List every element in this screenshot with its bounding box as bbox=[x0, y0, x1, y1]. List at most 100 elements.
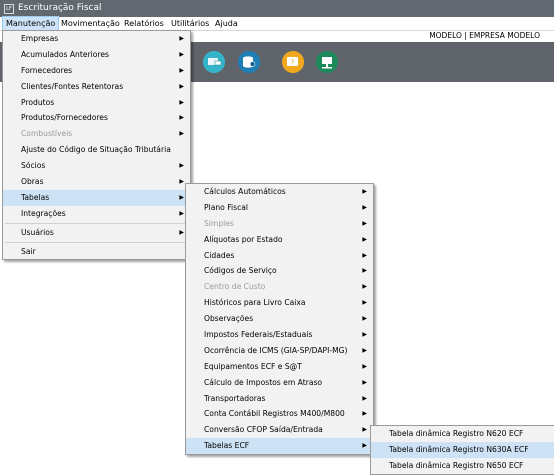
title-bar: LF Escrituração Fiscal bbox=[0, 0, 554, 17]
menu-item-usuarios[interactable]: Usuários ▶ bbox=[3, 225, 190, 241]
chevron-right-icon: ▶ bbox=[362, 442, 367, 450]
chevron-right-icon: ▶ bbox=[179, 193, 184, 201]
menu-movimentacao[interactable]: Movimentação bbox=[58, 17, 123, 30]
menu-item-plano-fiscal[interactable]: Plano Fiscal ▶ bbox=[186, 200, 373, 216]
menu-item-label: Usuários bbox=[21, 227, 54, 237]
menu-item-label: Centro de Custo bbox=[204, 282, 266, 292]
chevron-right-icon: ▶ bbox=[179, 130, 184, 138]
manutencao-menu: Empresas ▶ Acumulados Anteriores ▶ Fornecedo… bbox=[2, 30, 191, 261]
chevron-right-icon: ▶ bbox=[179, 162, 184, 170]
menu-item-label: Tabela dinâmica Registro N650 ECF bbox=[389, 460, 524, 470]
chevron-right-icon: ▶ bbox=[362, 251, 367, 259]
menu-item-centro-de-custo: Centro de Custo ▶ bbox=[186, 279, 373, 295]
menu-item-label: Ajuste do Código de Situação Tributária bbox=[21, 145, 171, 155]
menu-item-impostos-federais-estaduais[interactable]: Impostos Federais/Estaduais ▶ bbox=[186, 327, 373, 343]
menu-item-fornecedores[interactable]: Fornecedores ▶ bbox=[3, 63, 190, 79]
menu-item-conversao-cfop-saida-entrada[interactable]: Conversão CFOP Saída/Entrada ▶ bbox=[186, 422, 373, 438]
chevron-right-icon: ▶ bbox=[179, 35, 184, 42]
chevron-right-icon: ▶ bbox=[179, 114, 184, 122]
menu-item-sair[interactable]: Sair bbox=[3, 244, 190, 260]
company-label: MODELO | EMPRESA MODELO bbox=[429, 31, 540, 40]
menu-item-historicos-para-livro-caixa[interactable]: Históricos para Livro Caixa ▶ bbox=[186, 295, 373, 311]
menu-utilitarios[interactable]: Utilitários bbox=[168, 17, 212, 30]
menu-item-label: Alíquotas por Estado bbox=[204, 234, 283, 244]
menu-item-tabelas-ecf[interactable]: Tabelas ECF ▶ bbox=[186, 438, 373, 455]
menu-item-clientes-fontes-retentoras[interactable]: Clientes/Fontes Retentoras ▶ bbox=[3, 79, 190, 95]
chevron-right-icon: ▶ bbox=[362, 346, 367, 354]
chevron-right-icon: ▶ bbox=[362, 410, 367, 418]
menu-item-label: Conta Contábil Registros M400/M800 bbox=[204, 409, 345, 419]
screen-icon[interactable] bbox=[203, 51, 225, 73]
chevron-right-icon: ▶ bbox=[179, 209, 184, 217]
chevron-right-icon: ▶ bbox=[179, 66, 184, 74]
menu-item-label: Produtos/Fornecedores bbox=[21, 113, 108, 123]
menu-item-label: Simples bbox=[204, 218, 234, 228]
chevron-right-icon: ▶ bbox=[362, 219, 367, 227]
menu-item-ocorrencia-de-icms-gia-sp-dapi-mg[interactable]: Ocorrência de ICMS (GIA-SP/DAPI-MG) ▶ bbox=[186, 343, 373, 359]
chevron-right-icon: ▶ bbox=[362, 188, 367, 195]
menu-item-cidades[interactable]: Cidades ▶ bbox=[186, 248, 373, 264]
network-icon[interactable] bbox=[316, 51, 338, 73]
chevron-right-icon: ▶ bbox=[362, 299, 367, 307]
chevron-right-icon: ▶ bbox=[362, 283, 367, 291]
chevron-right-icon: ▶ bbox=[179, 98, 184, 106]
chevron-right-icon: ▶ bbox=[179, 178, 184, 186]
menu-item-integracoes[interactable]: Integrações ▶ bbox=[3, 206, 190, 222]
menu-item-label: Códigos de Serviço bbox=[204, 266, 277, 276]
chevron-right-icon: ▶ bbox=[362, 426, 367, 434]
menu-item-label: Observações bbox=[204, 314, 254, 324]
app-icon: LF bbox=[4, 4, 14, 14]
menu-ajuda[interactable]: Ajuda bbox=[212, 17, 241, 30]
database-icon[interactable] bbox=[238, 51, 260, 73]
menu-item-label: Históricos para Livro Caixa bbox=[204, 298, 306, 308]
menu-item-combustiveis: Combustíveis ▶ bbox=[3, 126, 190, 142]
menu-item-tabela-dinamica-registro-n620-ecf[interactable]: Tabela dinâmica Registro N620 ECF bbox=[371, 426, 554, 442]
menu-item-equipamentos-ecf-e-s-t[interactable]: Equipamentos ECF e S@T ▶ bbox=[186, 359, 373, 375]
menu-item-obras[interactable]: Obras ▶ bbox=[3, 174, 190, 190]
menu-item-observacoes[interactable]: Observações ▶ bbox=[186, 311, 373, 327]
menu-item-label: Clientes/Fontes Retentoras bbox=[21, 81, 124, 91]
menu-item-label: Transportadoras bbox=[204, 393, 266, 403]
chevron-right-icon: ▶ bbox=[362, 394, 367, 402]
menu-item-label: Impostos Federais/Estaduais bbox=[204, 330, 313, 340]
menu-item-label: Obras bbox=[21, 177, 44, 187]
menu-item-label: Cálculo de Impostos em Atraso bbox=[204, 377, 323, 387]
menu-item-label: Tabela dinâmica Registro N620 ECF bbox=[389, 429, 524, 438]
menu-item-transportadoras[interactable]: Transportadoras ▶ bbox=[186, 391, 373, 407]
svg-text:?: ? bbox=[291, 59, 295, 67]
menu-item-label: Empresas bbox=[21, 34, 59, 43]
menu-item-label: Integrações bbox=[21, 208, 66, 218]
menu-item-label: Fornecedores bbox=[21, 65, 73, 75]
menu-separator bbox=[5, 241, 188, 243]
menu-item-tabela-dinamica-registro-n630a-ecf[interactable]: Tabela dinâmica Registro N630A ECF bbox=[371, 441, 554, 458]
menu-item-calculo-de-impostos-em-atraso[interactable]: Cálculo de Impostos em Atraso ▶ bbox=[186, 375, 373, 391]
tabelas-submenu: Cálculos Automáticos ▶ Plano Fiscal ▶ Simple… bbox=[185, 183, 374, 456]
chevron-right-icon: ▶ bbox=[179, 82, 184, 90]
menu-item-label: Cálculos Automáticos bbox=[204, 187, 286, 196]
menu-item-label: Combustíveis bbox=[21, 129, 73, 139]
menu-item-label: Tabelas ECF bbox=[204, 441, 250, 451]
chevron-right-icon: ▶ bbox=[362, 203, 367, 211]
chevron-right-icon: ▶ bbox=[362, 378, 367, 386]
help-icon[interactable]: ? bbox=[282, 51, 304, 73]
menu-item-tabelas[interactable]: Tabelas ▶ bbox=[3, 189, 190, 206]
menu-item-acumulados-anteriores[interactable]: Acumulados Anteriores ▶ bbox=[3, 47, 190, 63]
menu-manutencao[interactable]: Manutenção bbox=[2, 16, 60, 31]
menu-item-label: Equipamentos ECF e S@T bbox=[204, 361, 302, 371]
chevron-right-icon: ▶ bbox=[179, 228, 184, 236]
menu-item-codigos-de-servico[interactable]: Códigos de Serviço ▶ bbox=[186, 263, 373, 279]
menu-item-tabela-dinamica-registro-n650-ecf[interactable]: Tabela dinâmica Registro N650 ECF bbox=[371, 458, 554, 474]
menu-item-aliquotas-por-estado[interactable]: Alíquotas por Estado ▶ bbox=[186, 232, 373, 248]
menu-item-produtos-fornecedores[interactable]: Produtos/Fornecedores ▶ bbox=[3, 110, 190, 126]
menu-item-label: Sair bbox=[21, 246, 36, 256]
menu-relatorios[interactable]: Relatórios bbox=[121, 17, 167, 30]
menu-item-conta-contabil-registros-m400-m800[interactable]: Conta Contábil Registros M400/M800 ▶ bbox=[186, 406, 373, 422]
menu-item-calculos-automaticos[interactable]: Cálculos Automáticos ▶ bbox=[186, 184, 373, 200]
menu-item-label: Sócios bbox=[21, 161, 46, 171]
menu-item-ajuste-do-codigo-de-situacao-tributaria[interactable]: Ajuste do Código de Situação Tributária bbox=[3, 142, 190, 158]
chevron-right-icon: ▶ bbox=[179, 50, 184, 58]
menu-item-produtos[interactable]: Produtos ▶ bbox=[3, 95, 190, 111]
menu-item-empresas[interactable]: Empresas ▶ bbox=[3, 31, 190, 47]
menu-item-socios[interactable]: Sócios ▶ bbox=[3, 158, 190, 174]
chevron-right-icon: ▶ bbox=[362, 331, 367, 339]
